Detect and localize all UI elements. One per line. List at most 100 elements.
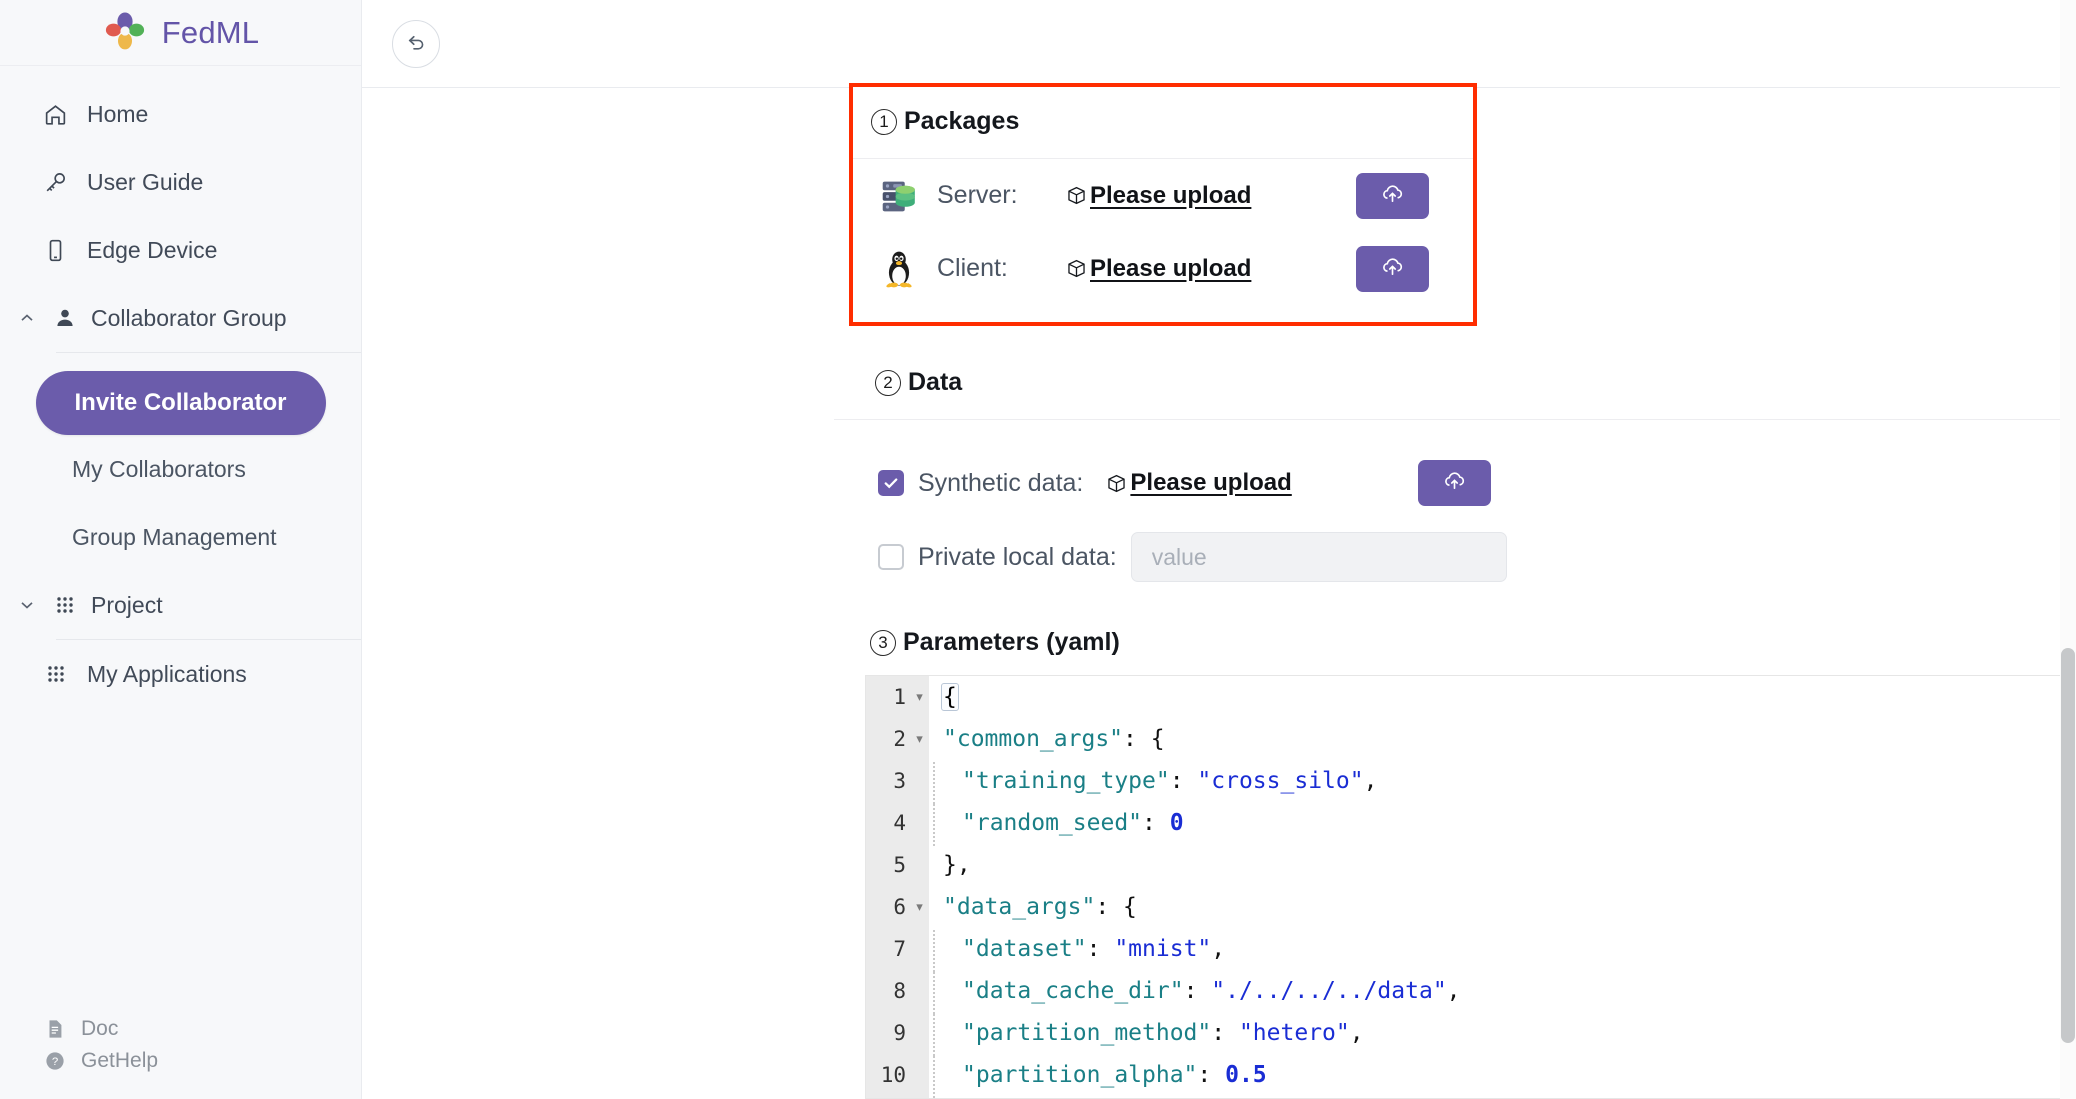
code-text: "dataset": "mnist", <box>929 930 1225 972</box>
chevron-up-icon[interactable] <box>16 307 38 329</box>
fold-arrow-icon[interactable]: ▾ <box>910 900 929 915</box>
page-scrollbar-thumb[interactable] <box>2061 648 2075 1043</box>
private-data-input[interactable] <box>1130 532 1507 582</box>
code-line[interactable]: 5}, <box>866 844 2076 886</box>
code-token: "training_type" <box>962 768 1170 794</box>
synthetic-data-upload-link[interactable]: Please upload <box>1105 469 1292 497</box>
code-token: 0.5 <box>1225 1062 1267 1088</box>
code-token: "partition_method" <box>962 1020 1212 1046</box>
chevron-down-icon[interactable] <box>16 594 38 616</box>
user-icon <box>51 305 78 332</box>
app-root: FedML Home User Guide Edge Device Collab… <box>0 0 2076 1099</box>
server-upload-link[interactable]: Please upload <box>1065 182 1251 210</box>
code-line[interactable]: 2 ▾ "common_args": { <box>866 718 2076 760</box>
line-number: 7 <box>893 937 906 961</box>
fold-arrow-icon[interactable]: ▾ <box>910 690 929 705</box>
line-number: 9 <box>893 1021 906 1045</box>
code-token: "mnist" <box>1114 936 1212 962</box>
code-token: "cross_silo" <box>1197 768 1364 794</box>
code-token: { <box>941 683 959 711</box>
document-icon <box>42 1017 67 1042</box>
code-line[interactable]: 9 "partition_method": "hetero", <box>866 1012 2076 1056</box>
package-label: Client: <box>937 254 1008 282</box>
code-line[interactable]: 7 "dataset": "mnist", <box>866 928 2076 972</box>
sidebar-item-my-applications[interactable]: My Applications <box>0 640 361 708</box>
code-token: "common_args" <box>943 726 1124 752</box>
code-text: "partition_method": "hetero", <box>929 1014 1364 1056</box>
parameters-heading: 3 Parameters (yaml) <box>870 628 1120 657</box>
indent-guide <box>933 804 935 846</box>
editor-code-area[interactable]: 1 ▾{2 ▾ "common_args": {3 "training_type": "… <box>866 676 2076 1098</box>
code-token: "data_cache_dir" <box>962 978 1184 1004</box>
client-upload-link[interactable]: Please upload <box>1065 255 1251 283</box>
synthetic-data-upload-button[interactable] <box>1417 460 1491 506</box>
indent-guide <box>933 1056 935 1098</box>
sidebar-item-home[interactable]: Home <box>0 80 361 148</box>
indent-guide <box>933 930 935 972</box>
sidebar-item-group-management[interactable]: Group Management <box>0 503 361 571</box>
code-token: "data_args" <box>943 894 1096 920</box>
fold-arrow-icon[interactable]: ▾ <box>910 732 929 747</box>
code-text: { <box>929 683 959 711</box>
code-token: "partition_alpha" <box>962 1062 1198 1088</box>
footer-item-label: Doc <box>81 1017 119 1040</box>
code-line[interactable]: 1 ▾ { <box>866 676 2076 718</box>
sidebar-group-collaborator-group[interactable]: Collaborator Group <box>0 284 361 352</box>
footer-item-gethelp[interactable]: ? GetHelp <box>42 1045 361 1077</box>
svg-text:?: ? <box>51 1056 57 1068</box>
private-data-label: Private local data: <box>918 542 1117 571</box>
code-text: "random_seed": 0 <box>929 804 1184 846</box>
code-text: "data_cache_dir": "./../../../data", <box>929 972 1461 1014</box>
sidebar-item-user-guide[interactable]: User Guide <box>0 148 361 216</box>
back-button[interactable] <box>392 19 440 68</box>
invite-collaborator-button[interactable]: Invite Collaborator <box>35 371 326 435</box>
line-number: 4 <box>893 811 906 835</box>
line-number: 6 <box>893 895 906 919</box>
step-number: 3 <box>870 629 896 656</box>
sidebar-item-my-collaborators[interactable]: My Collaborators <box>0 435 361 503</box>
grid-dots-icon <box>51 592 78 619</box>
sidebar-item-edge-device[interactable]: Edge Device <box>0 216 361 284</box>
upload-link-text: Please upload <box>1130 469 1292 496</box>
line-number: 8 <box>893 979 906 1003</box>
page-scrollbar-track[interactable] <box>2060 0 2076 1099</box>
upload-link-text: Please upload <box>1090 181 1252 209</box>
top-bar <box>362 0 2076 88</box>
yaml-code-editor[interactable]: 1 ▾{2 ▾ "common_args": {3 "training_type": "… <box>865 675 2076 1099</box>
code-line[interactable]: 8 "data_cache_dir": "./../../../data", <box>866 970 2076 1014</box>
synthetic-data-checkbox[interactable] <box>878 470 904 496</box>
brand-header[interactable]: FedML <box>0 0 361 66</box>
sidebar-group-label: Project <box>91 591 163 618</box>
sidebar-item-label: Home <box>87 100 149 127</box>
code-token: , <box>1363 768 1378 794</box>
code-token: "./../../../data" <box>1211 978 1447 1004</box>
code-token: "hetero" <box>1238 1020 1350 1046</box>
code-line[interactable]: 10 "partition_alpha": 0.5 <box>866 1054 2076 1098</box>
footer-item-doc[interactable]: Doc <box>42 1013 361 1045</box>
private-data-checkbox[interactable] <box>878 544 904 570</box>
section-title: Data <box>908 368 963 396</box>
step-number: 1 <box>871 108 897 135</box>
server-upload-button[interactable] <box>1356 172 1429 219</box>
synthetic-data-row: Synthetic data: Please upload <box>834 460 2076 506</box>
line-number: 10 <box>880 1063 906 1087</box>
client-upload-button[interactable] <box>1356 245 1429 292</box>
sidebar-group-project[interactable]: Project <box>0 571 361 639</box>
footer-item-label: GetHelp <box>81 1049 159 1072</box>
undo-arrow-icon <box>404 29 429 59</box>
code-line[interactable]: 6 ▾ "data_args": { <box>866 886 2076 928</box>
mobile-device-icon <box>42 237 69 264</box>
question-circle-icon: ? <box>42 1049 67 1074</box>
code-token: , <box>1446 978 1461 1004</box>
package-row-server: Server: Please upload <box>853 159 1473 232</box>
indent-guide <box>933 762 935 804</box>
code-line[interactable]: 3 "training_type": "cross_silo", <box>866 760 2076 804</box>
cloud-upload-icon <box>1442 468 1467 498</box>
line-number: 1 <box>893 685 906 709</box>
code-token: : <box>1183 978 1212 1004</box>
code-line[interactable]: 4 "random_seed": 0 <box>866 802 2076 846</box>
sidebar-divider <box>56 352 361 353</box>
server-database-icon <box>875 172 923 220</box>
key-icon <box>42 169 69 196</box>
home-icon <box>42 101 69 128</box>
